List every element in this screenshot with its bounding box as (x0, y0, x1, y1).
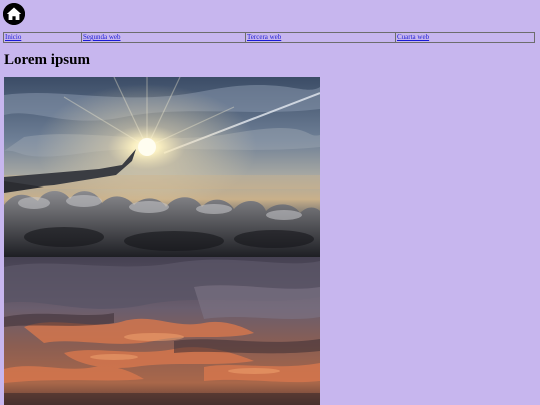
nav-link-segunda-web[interactable]: Segunda web (83, 33, 121, 41)
page: Inicio Segunda web Tercera web Cuarta we… (0, 0, 540, 405)
nav-item-inicio: Inicio (4, 33, 81, 42)
nav-link-inicio[interactable]: Inicio (5, 33, 21, 41)
nav-bar: Inicio Segunda web Tercera web Cuarta we… (3, 32, 535, 43)
nav-item-tercera-web: Tercera web (245, 33, 395, 42)
nav-item-cuarta-web: Cuarta web (395, 33, 534, 42)
nav-link-tercera-web[interactable]: Tercera web (247, 33, 281, 41)
nav-link-cuarta-web[interactable]: Cuarta web (397, 33, 429, 41)
nav-item-segunda-web: Segunda web (81, 33, 245, 42)
page-title: Lorem ipsum (4, 52, 90, 68)
home-logo-link[interactable] (3, 3, 25, 25)
home-icon (3, 3, 25, 25)
sunset-clouds-photo (4, 257, 320, 405)
sky-wing-photo (4, 77, 320, 257)
